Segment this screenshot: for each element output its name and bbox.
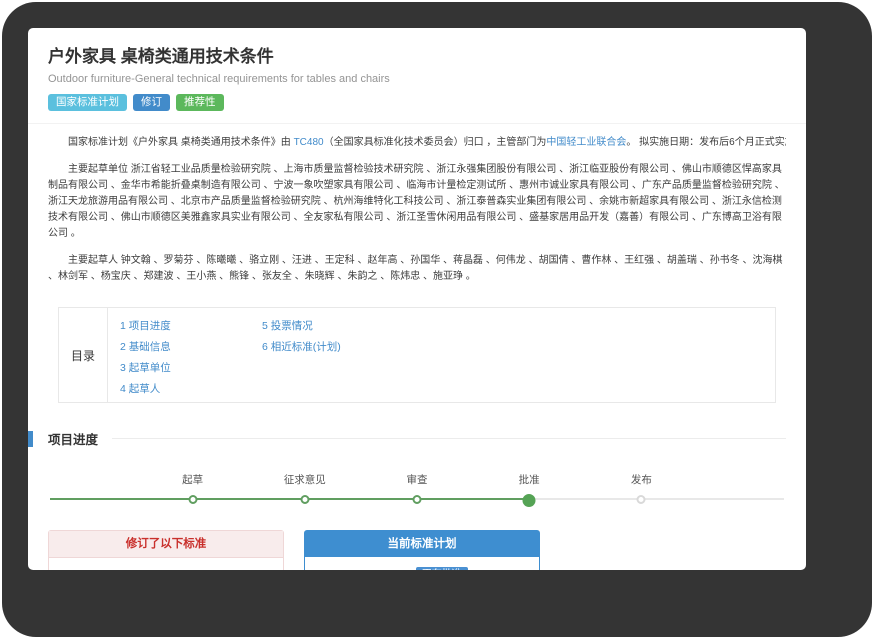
toc-list: 1 项目进度2 基础信息3 起草单位4 起草人 5 投票情况6 相近标准(计划) — [108, 308, 404, 400]
timeline-step-label: 起草 — [182, 472, 203, 487]
replacement-note: （全部代替） — [161, 568, 221, 570]
cards-row: 修订了以下标准 GB 28478-2012 — [48, 530, 786, 570]
intro-text: 。 拟实施日期：发布后6个月正式实施。 — [626, 137, 786, 148]
badge-revision: 修订 — [133, 94, 170, 111]
drafting-units-list: 浙江省轻工业品质量检验研究院 、上海市质量监督检验技术研究院 、浙江永强集团股份… — [48, 164, 785, 239]
drafting-units-paragraph: 主要起草单位 浙江省轻工业品质量检验研究院 、上海市质量监督检验技术研究院 、浙… — [48, 162, 786, 242]
timeline-step-label: 批准 — [519, 472, 540, 487]
table-of-contents: 目录 1 项目进度2 基础信息3 起草单位4 起草人 5 投票情况6 相近标准(计… — [58, 307, 776, 403]
badge-national-plan: 国家标准计划 — [48, 94, 127, 111]
timeline-step-dot-current — [523, 494, 536, 507]
plan-code: 20212040-T-607 — [317, 568, 409, 570]
page-title: 户外家具 桌椅类通用技术条件 — [48, 42, 786, 67]
intro-paragraph: 国家标准计划《户外家具 桌椅类通用技术条件》由 TC480（全国家具标准化技术委… — [48, 135, 786, 151]
toc-item-3[interactable]: 3 起草单位 — [120, 358, 262, 379]
toc-item-5[interactable]: 5 投票情况 — [262, 316, 404, 337]
revised-standard-card: 修订了以下标准 GB 28478-2012 — [48, 530, 284, 570]
current-plan-card: 当前标准计划 20212040-T-607 正在批准 户外家具 桌椅类通用技术条… — [304, 530, 540, 570]
current-card-header: 当前标准计划 — [305, 531, 539, 557]
header-divider — [28, 123, 806, 124]
timeline-step-dot-pending — [637, 495, 646, 504]
standard-detail-page: 户外家具 桌椅类通用技术条件 Outdoor furniture-General… — [28, 28, 806, 570]
toc-item-4[interactable]: 4 起草人 — [120, 379, 262, 400]
intro-text: （全国家具标准化技术委员会）归口 ，主管部门为 — [324, 137, 547, 148]
toc-item-6[interactable]: 6 相近标准(计划) — [262, 337, 404, 358]
progress-section-header: 项目进度 — [48, 429, 786, 448]
badge-recommended: 推荐性 — [176, 94, 224, 111]
timeline-line-done — [50, 498, 531, 500]
ministry-link[interactable]: 中国轻工业联合会 — [546, 137, 626, 148]
timeline-step-label: 发布 — [631, 472, 652, 487]
timeline-step-label: 审查 — [407, 472, 428, 487]
toc-label: 目录 — [59, 308, 108, 402]
drafters-list: 钟文翰 、罗菊芬 、陈曦曦 、骆立刚 、汪进 、王定科 、赵年高 、孙国华 、蒋… — [48, 255, 782, 282]
progress-section-title: 项目进度 — [48, 429, 98, 448]
timeline: 起草 征求意见 审查 批准 发布 — [48, 462, 786, 514]
timeline-step-label: 征求意见 — [284, 472, 326, 487]
link-icon — [61, 570, 73, 571]
section-accent-bar — [28, 431, 33, 447]
section-rule — [112, 438, 786, 439]
toc-item-2[interactable]: 2 基础信息 — [120, 337, 262, 358]
intro-text: 国家标准计划《户外家具 桌椅类通用技术条件》由 — [68, 137, 294, 148]
tc480-link[interactable]: TC480 — [294, 137, 324, 148]
drafters-label: 主要起草人 — [68, 255, 118, 266]
toc-item-1[interactable]: 1 项目进度 — [120, 316, 262, 337]
drafting-units-label: 主要起草单位 — [68, 164, 128, 175]
page-subtitle-en: Outdoor furniture-General technical requ… — [48, 73, 786, 85]
badge-row: 国家标准计划修订推荐性 — [48, 94, 786, 111]
timeline-step-dot-done — [188, 495, 197, 504]
revised-card-header: 修订了以下标准 — [49, 531, 283, 558]
plan-status-badge: 正在批准 — [416, 567, 468, 570]
replaced-standard-link[interactable]: GB 28478-2012 — [76, 570, 157, 571]
drafters-paragraph: 主要起草人 钟文翰 、罗菊芬 、陈曦曦 、骆立刚 、汪进 、王定科 、赵年高 、… — [48, 253, 786, 285]
timeline-step-dot-done — [300, 495, 309, 504]
timeline-step-dot-done — [413, 495, 422, 504]
